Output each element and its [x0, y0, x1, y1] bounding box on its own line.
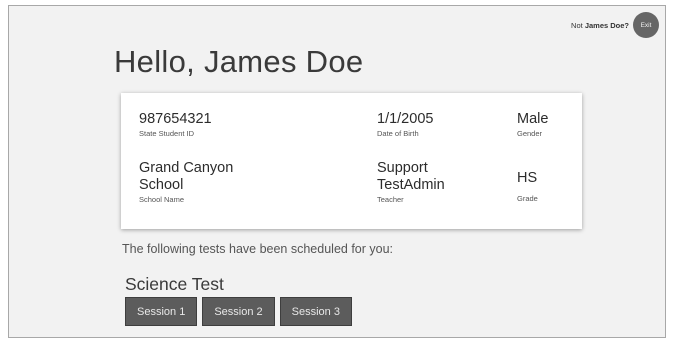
schedule-intro-text: The following tests have been scheduled … [122, 242, 394, 256]
app-frame: Hello, James Doe Not James Doe? Exit 987… [8, 5, 666, 338]
teacher-name-line-1: Support [377, 160, 428, 176]
grade-value: HS [517, 170, 538, 186]
test-name-heading: Science Test [125, 274, 224, 294]
dob-field: 1/1/2005 Date of Birth [377, 111, 433, 138]
exit-button[interactable]: Exit [633, 12, 659, 38]
session-1-button[interactable]: Session 1 [125, 297, 198, 326]
student-id-value: 987654321 [139, 111, 212, 127]
session-3-button[interactable]: Session 3 [279, 297, 352, 326]
school-label: School Name [139, 195, 185, 204]
session-2-button[interactable]: Session 2 [202, 297, 275, 326]
dob-label: Date of Birth [377, 129, 419, 138]
student-info-card: 987654321 State Student ID 1/1/2005 Date… [121, 93, 582, 229]
teacher-label: Teacher [377, 195, 404, 204]
student-id-label: State Student ID [139, 129, 195, 138]
school-name-line-2: School [139, 177, 184, 193]
school-name-line-1: Grand Canyon [139, 160, 234, 176]
gender-label: Gender [517, 129, 543, 138]
session-buttons: Session 1 Session 2 Session 3 [125, 297, 357, 326]
not-user-prefix: Not [571, 20, 585, 30]
gender-field: Male Gender [517, 111, 548, 138]
greeting-title: Hello, James Doe [114, 44, 364, 79]
teacher-field: Support TestAdmin Teacher [377, 160, 445, 204]
school-field: Grand Canyon School School Name [139, 160, 233, 204]
student-id-field: 987654321 State Student ID [139, 111, 212, 138]
not-user-name: James Doe? [584, 20, 629, 30]
teacher-name-line-2: TestAdmin [377, 177, 445, 193]
grade-label: Grade [517, 194, 538, 203]
not-user-link[interactable]: Not James Doe? [571, 21, 629, 30]
gender-value: Male [517, 111, 549, 127]
grade-field: HS Grade [517, 170, 538, 203]
user-bar: Not James Doe? Exit [571, 12, 659, 38]
dob-value: 1/1/2005 [377, 111, 434, 127]
